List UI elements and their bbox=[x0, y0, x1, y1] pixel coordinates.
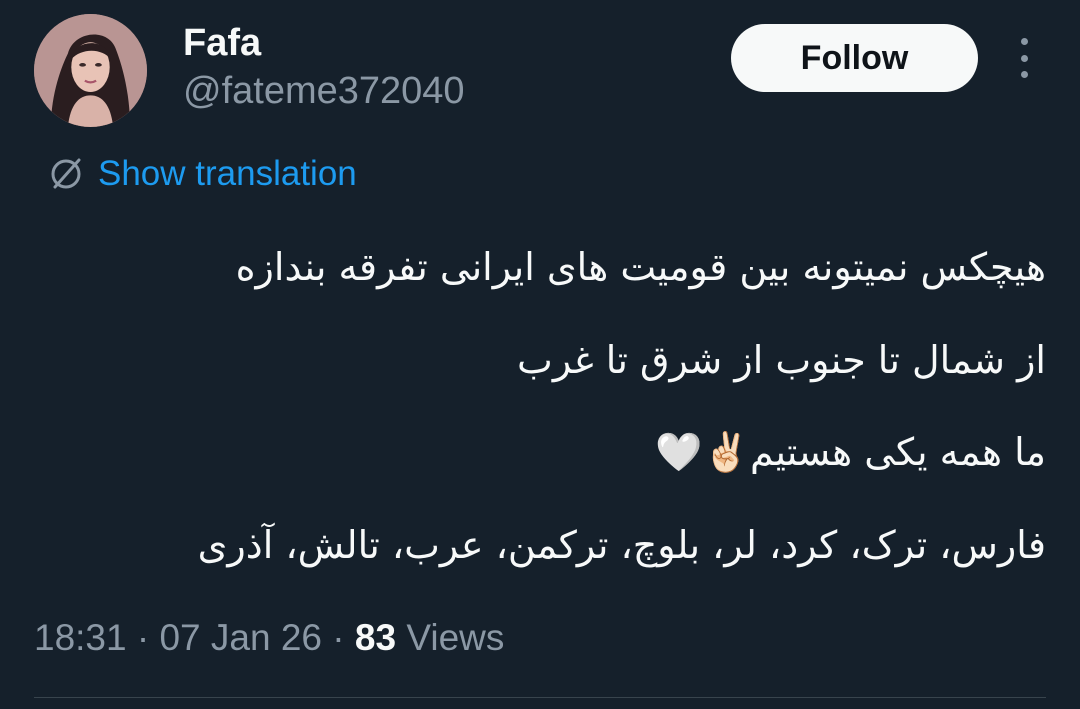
tweet-text-line: هیچکس نمیتونه بین قومیت های ایرانی تفرقه… bbox=[235, 245, 1046, 289]
tweet-text-line: ما همه یکی هستیم✌🏻🤍 bbox=[655, 430, 1046, 474]
tweet-time[interactable]: 18:31 bbox=[34, 617, 127, 658]
tweet-card: Fafa @fateme372040 Follow Show translati… bbox=[0, 0, 1080, 709]
tweet-date[interactable]: 07 Jan 26 bbox=[159, 617, 322, 658]
divider bbox=[34, 697, 1046, 698]
follow-button[interactable]: Follow bbox=[731, 24, 978, 92]
more-vertical-icon bbox=[1020, 38, 1028, 45]
author-display-name[interactable]: Fafa bbox=[183, 22, 261, 65]
tweet-text-line: از شمال تا جنوب از شرق تا غرب bbox=[517, 338, 1046, 382]
translate-globe-icon bbox=[51, 158, 81, 189]
views-label: Views bbox=[406, 617, 505, 658]
show-translation-label: Show translation bbox=[98, 154, 357, 193]
tweet-meta: 18:31 · 07 Jan 26 · 83 Views bbox=[34, 617, 504, 659]
tweet-text-line: فارس، ترک، کرد، لر، بلوچ، ترکمن، عرب، تا… bbox=[197, 523, 1046, 567]
more-options-button[interactable] bbox=[1008, 38, 1040, 78]
meta-separator: · bbox=[332, 617, 345, 658]
views-count[interactable]: 83 bbox=[355, 617, 396, 658]
avatar[interactable] bbox=[34, 14, 147, 127]
author-handle[interactable]: @fateme372040 bbox=[183, 70, 465, 113]
show-translation-link[interactable]: Show translation bbox=[46, 153, 357, 195]
avatar-photo-icon bbox=[34, 14, 147, 127]
meta-separator: · bbox=[136, 617, 150, 658]
